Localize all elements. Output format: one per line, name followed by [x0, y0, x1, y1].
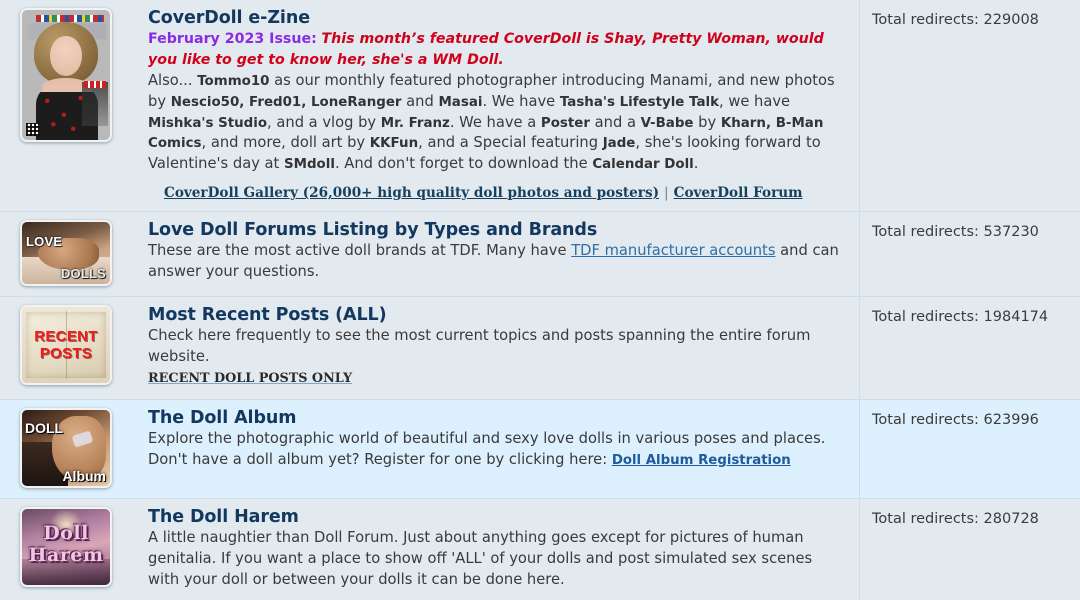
redirects-label: Total redirects: — [872, 412, 979, 428]
magazine-cover-art — [22, 10, 110, 140]
description-before-link: These are the most active doll brands at… — [148, 242, 571, 259]
cover-side-panel — [82, 82, 108, 126]
doll-face-shape — [50, 36, 82, 76]
redirects-count: 1984174 — [984, 309, 1049, 325]
thumbnail-caption-top: DOLL — [25, 420, 63, 436]
table-row: DOLL Album The Doll Album Explore the ph… — [0, 399, 1080, 498]
table-row: CoverDoll e-Zine February 2023 Issue: Th… — [0, 0, 1080, 212]
coverdoll-magazine-cover-thumbnail[interactable] — [20, 8, 112, 142]
row-title[interactable]: Most Recent Posts (ALL) — [148, 305, 847, 325]
table-row: LOVE DOLLS Love Doll Forums Listing by T… — [0, 212, 1080, 297]
doll-album-registration-link[interactable]: Doll Album Registration — [612, 453, 791, 468]
row-description: Check here frequently to see the most cu… — [148, 326, 847, 389]
stats-cell: Total redirects: 1984174 — [860, 297, 1080, 400]
stats-cell: Total redirects: 623996 — [860, 399, 1080, 498]
redirects-label: Total redirects: — [872, 511, 979, 527]
thumbnail-caption-bottom: DOLLS — [61, 266, 106, 281]
stats-cell: Total redirects: 537230 — [860, 212, 1080, 297]
coverdoll-forum-link[interactable]: CoverDoll Forum — [674, 185, 803, 201]
thumbnail-caption-bottom: Album — [62, 468, 106, 484]
thumbnail-cell: DollHarem — [0, 498, 148, 600]
redirects-label: Total redirects: — [872, 309, 979, 325]
coverdoll-gallery-link[interactable]: CoverDoll Gallery (26,000+ high quality … — [164, 185, 659, 201]
doll-album-thumbnail[interactable]: DOLL Album — [20, 408, 112, 488]
row-title[interactable]: Love Doll Forums Listing by Types and Br… — [148, 220, 847, 240]
doll-album-art: DOLL Album — [22, 410, 110, 486]
doll-harem-art: DollHarem — [22, 509, 110, 585]
flags-strip-icon — [36, 15, 104, 22]
doll-harem-thumbnail[interactable]: DollHarem — [20, 507, 112, 587]
recent-posts-thumbnail[interactable]: RECENTPOSTS — [20, 305, 112, 385]
description-line-2-text: Don't have a doll album yet? Register fo… — [148, 451, 612, 468]
row-title[interactable]: CoverDoll e-Zine — [148, 8, 847, 28]
recent-posts-art: RECENTPOSTS — [22, 307, 110, 383]
thumbnail-caption: DollHarem — [22, 522, 110, 566]
stats-cell: Total redirects: 229008 — [860, 0, 1080, 212]
coverdoll-footer-links: CoverDoll Gallery (26,000+ high quality … — [148, 185, 847, 201]
content-cell: The Doll Album Explore the photographic … — [148, 399, 860, 498]
forum-listing-table: CoverDoll e-Zine February 2023 Issue: Th… — [0, 0, 1080, 600]
description-line-2: Don't have a doll album yet? Register fo… — [148, 450, 847, 471]
redirects-count: 623996 — [984, 412, 1039, 428]
row-description: February 2023 Issue: This month’s featur… — [148, 29, 847, 175]
thumbnail-caption: RECENTPOSTS — [22, 328, 110, 362]
row-description: Explore the photographic world of beauti… — [148, 429, 847, 471]
cover-side-banner — [84, 81, 106, 88]
content-cell: Most Recent Posts (ALL) Check here frequ… — [148, 297, 860, 400]
thumbnail-cell: DOLL Album — [0, 399, 148, 498]
stats-cell: Total redirects: 280728 — [860, 498, 1080, 600]
thumbnail-cell: LOVE DOLLS — [0, 212, 148, 297]
love-dolls-art: LOVE DOLLS — [22, 222, 110, 284]
content-cell: The Doll Harem A little naughtier than D… — [148, 498, 860, 600]
row-description: These are the most active doll brands at… — [148, 241, 847, 283]
redirects-count: 229008 — [984, 12, 1039, 28]
row-description: A little naughtier than Doll Forum. Just… — [148, 528, 847, 591]
description-text: Check here frequently to see the most cu… — [148, 327, 810, 365]
tdf-manufacturer-accounts-link[interactable]: TDF manufacturer accounts — [571, 242, 775, 259]
row-title[interactable]: The Doll Album — [148, 408, 847, 428]
thumbnail-cell: RECENTPOSTS — [0, 297, 148, 400]
description-line-1: Explore the photographic world of beauti… — [148, 429, 847, 450]
content-cell: Love Doll Forums Listing by Types and Br… — [148, 212, 860, 297]
thumbnail-cell — [0, 0, 148, 212]
redirects-label: Total redirects: — [872, 224, 979, 240]
issue-label: February 2023 Issue: — [148, 31, 317, 47]
thumbnail-caption-top: LOVE — [26, 234, 62, 249]
issue-body-text: Also... Tommo10 as our monthly featured … — [148, 71, 847, 175]
recent-doll-posts-only-link[interactable]: RECENT DOLL POSTS ONLY — [148, 371, 352, 386]
love-dolls-thumbnail[interactable]: LOVE DOLLS — [20, 220, 112, 286]
link-separator: | — [659, 185, 674, 201]
redirects-count: 537230 — [984, 224, 1039, 240]
content-cell: CoverDoll e-Zine February 2023 Issue: Th… — [148, 0, 860, 212]
redirects-count: 280728 — [984, 511, 1039, 527]
table-row: RECENTPOSTS Most Recent Posts (ALL) Chec… — [0, 297, 1080, 400]
redirects-label: Total redirects: — [872, 12, 979, 28]
table-row: DollHarem The Doll Harem A little naught… — [0, 498, 1080, 600]
row-title[interactable]: The Doll Harem — [148, 507, 847, 527]
barcode-icon — [26, 123, 39, 136]
